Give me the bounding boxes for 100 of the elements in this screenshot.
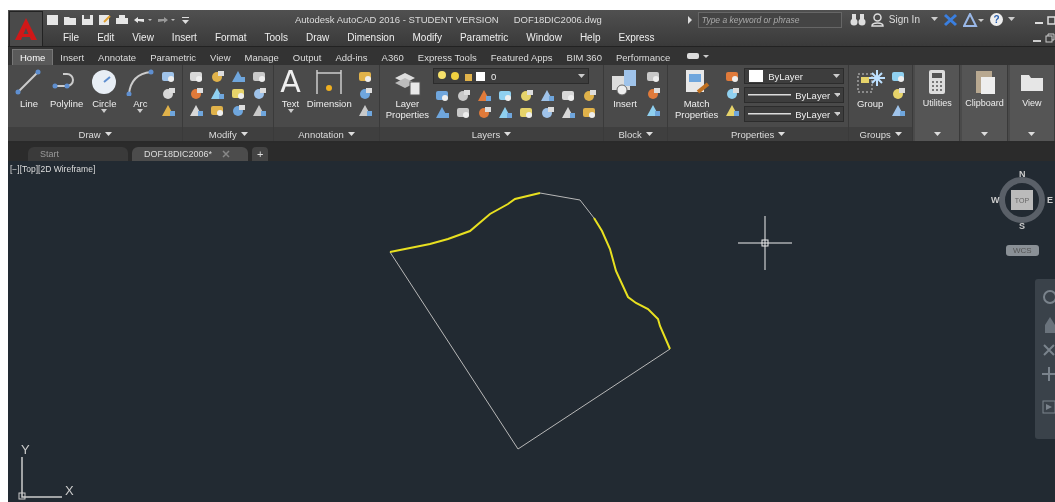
menu-item[interactable]: Format xyxy=(205,32,256,43)
menu-item[interactable]: Modify xyxy=(403,32,451,43)
tool-icon[interactable] xyxy=(161,70,177,83)
tool-icon[interactable] xyxy=(561,106,577,119)
ribbon-tool-button[interactable]: Circle xyxy=(87,68,122,113)
compass-label[interactable]: N xyxy=(1019,169,1026,179)
caret-icon[interactable] xyxy=(778,131,786,137)
menu-item[interactable]: Edit xyxy=(88,32,124,43)
help-button[interactable]: ? xyxy=(990,13,1003,26)
ribbon-tool-button[interactable]: Insert xyxy=(608,68,643,109)
ribbon-tab[interactable]: BIM 360 xyxy=(559,50,609,65)
tool-icon[interactable] xyxy=(456,89,472,102)
ribbon-tool-button[interactable]: Layer Properties xyxy=(383,68,432,120)
ribbon-tab[interactable]: Home xyxy=(12,49,54,65)
restore-icon[interactable] xyxy=(1045,32,1055,43)
tool-icon[interactable] xyxy=(582,106,598,119)
tool-icon[interactable] xyxy=(435,89,451,102)
menu-item[interactable]: Window xyxy=(517,32,571,43)
ribbon-tab[interactable]: Parametric xyxy=(143,50,204,65)
tool-icon[interactable] xyxy=(161,104,177,117)
caret-icon[interactable] xyxy=(931,17,938,22)
tool-icon[interactable] xyxy=(477,89,493,102)
caret-icon[interactable] xyxy=(347,131,355,137)
triangle-icon[interactable] xyxy=(963,12,985,27)
compass-label[interactable]: E xyxy=(1047,195,1053,205)
tool-icon[interactable] xyxy=(189,87,205,100)
ribbon-tool-button[interactable]: Group xyxy=(853,68,888,109)
binoculars-icon[interactable] xyxy=(849,13,866,26)
menu-item[interactable]: Tools xyxy=(255,32,297,43)
compass-ring-icon[interactable] xyxy=(998,176,1046,224)
new-file-icon[interactable] xyxy=(46,13,59,26)
caret-icon[interactable] xyxy=(933,131,941,137)
tool-icon[interactable] xyxy=(210,87,226,100)
layer-dropdown[interactable]: 0 xyxy=(433,68,590,84)
ribbon-toggle-icon[interactable] xyxy=(687,52,710,60)
tool-icon[interactable] xyxy=(210,70,226,83)
tool-icon[interactable] xyxy=(725,104,741,117)
ribbon-tool-button[interactable]: Dimension xyxy=(304,68,354,109)
tool-icon[interactable] xyxy=(252,70,268,83)
menu-item[interactable]: View xyxy=(123,32,163,43)
new-tab-button[interactable]: + xyxy=(252,147,269,161)
tool-icon[interactable] xyxy=(582,89,598,102)
property-dropdown[interactable]: ByLayer xyxy=(744,68,845,84)
ribbon-tool-button[interactable]: Arc xyxy=(123,68,158,113)
tool-icon[interactable] xyxy=(231,104,247,117)
expand-arrow-icon[interactable] xyxy=(686,14,693,25)
tool-icon[interactable] xyxy=(891,87,907,100)
caret-icon[interactable] xyxy=(1008,17,1015,22)
user-icon[interactable] xyxy=(870,12,884,27)
tool-icon[interactable] xyxy=(891,70,907,83)
ribbon-tool-button[interactable]: Match Properties xyxy=(672,68,722,120)
caret-icon[interactable] xyxy=(981,131,989,137)
compass-label[interactable]: W xyxy=(991,195,1000,205)
caret-icon[interactable] xyxy=(894,131,902,137)
tool-icon[interactable] xyxy=(252,87,268,100)
panel-title[interactable]: Layers xyxy=(471,128,501,140)
caret-icon[interactable] xyxy=(504,131,512,137)
tool-icon[interactable] xyxy=(357,87,373,100)
ribbon-tab[interactable]: View xyxy=(203,50,238,65)
menu-item[interactable]: Insert xyxy=(162,32,206,43)
search-field[interactable]: Type a keyword or phrase xyxy=(697,11,842,28)
tool-icon[interactable] xyxy=(189,104,205,117)
ribbon-tab[interactable]: Annotate xyxy=(91,50,144,65)
tool-icon[interactable] xyxy=(231,87,247,100)
ribbon-tab[interactable]: Performance xyxy=(608,50,678,65)
tool-icon[interactable] xyxy=(161,87,177,100)
caret-icon[interactable] xyxy=(1028,131,1036,137)
tool-icon[interactable] xyxy=(456,106,472,119)
save-as-icon[interactable] xyxy=(98,13,111,26)
tool-icon[interactable] xyxy=(646,87,662,100)
ribbon-tab[interactable]: Output xyxy=(285,50,329,65)
ribbon-tab[interactable]: A360 xyxy=(374,50,411,65)
menu-item[interactable]: Parametric xyxy=(450,32,518,43)
ribbon-tab[interactable]: Insert xyxy=(53,50,92,65)
save-icon[interactable] xyxy=(81,13,94,26)
menu-item[interactable]: Express xyxy=(609,32,664,43)
tool-icon[interactable] xyxy=(210,104,226,117)
ribbon-tool-button[interactable]: A Text xyxy=(278,68,303,113)
navigation-bar[interactable] xyxy=(1035,279,1055,439)
tool-icon[interactable] xyxy=(725,70,741,83)
viewport-controls[interactable]: [−][Top][2D Wireframe] xyxy=(10,164,96,174)
print-icon[interactable] xyxy=(115,13,129,26)
tool-icon[interactable] xyxy=(498,89,514,102)
tool-icon[interactable] xyxy=(519,89,535,102)
caret-icon[interactable] xyxy=(240,131,248,137)
maximize-icon[interactable] xyxy=(1047,14,1055,25)
ribbon-tool-button[interactable]: Line xyxy=(12,68,46,109)
caret-icon[interactable] xyxy=(101,109,108,113)
ribbon-tab[interactable]: Featured Apps xyxy=(483,50,560,65)
tool-icon[interactable] xyxy=(252,104,268,117)
menu-item[interactable]: Help xyxy=(570,32,610,43)
panel-title[interactable]: Draw xyxy=(78,128,101,140)
close-icon[interactable] xyxy=(222,150,231,158)
tool-icon[interactable] xyxy=(357,104,373,117)
compass-label[interactable]: S xyxy=(1019,221,1025,231)
menu-item[interactable]: Draw xyxy=(296,32,339,43)
tool-icon[interactable] xyxy=(189,70,205,83)
tool-icon[interactable] xyxy=(477,106,493,119)
menu-item[interactable]: File xyxy=(54,32,89,43)
tool-icon[interactable] xyxy=(519,106,535,119)
